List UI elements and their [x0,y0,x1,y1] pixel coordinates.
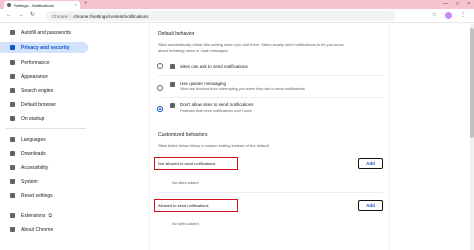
option-sites-can-ask-label: Sites can ask to send notifications [180,64,248,69]
default-behavior-title: Default behavior [158,31,195,37]
browser-tab[interactable]: Settings - Notifications × [4,1,80,9]
window-controls: — □ × [443,0,470,9]
notifications-settings-panel: Default behavior Sites automatically fol… [149,24,390,250]
toolbar-right: ☆ ⋮ [432,12,466,19]
radio-dont-allow[interactable] [157,106,163,112]
forward-icon[interactable]: → [18,12,24,19]
sidebar-item-label: Downloads [21,150,46,157]
default-behavior-desc-line2: about breaking news or chat messages [158,48,228,53]
default-behavior-description: Sites automatically follow this setting … [158,42,386,54]
customized-behaviors-title: Customized behaviors [158,132,208,138]
wrench-icon [10,179,15,184]
sidebar-item-autofill[interactable]: Autofill and passwords [0,27,88,38]
sidebar-item-system[interactable]: System [0,176,88,187]
sidebar-item-label: Privacy and security [21,44,70,51]
search-icon [10,88,15,93]
sidebar-item-label: On startup [21,115,45,122]
external-link-icon: ⧉ [48,212,53,219]
avatar[interactable] [445,12,452,19]
sidebar-item-label: Extensions [21,212,46,219]
bookmark-star-icon[interactable]: ☆ [432,12,437,19]
tab-close-icon[interactable]: × [75,2,77,7]
settings-favicon-icon [7,3,11,7]
close-window-icon[interactable]: × [467,0,470,9]
palette-icon [10,74,15,79]
not-allowed-section-label: Not allowed to send notifications [154,157,238,170]
power-icon [10,116,15,121]
settings-sidebar: Autofill and passwords Privacy and secur… [0,24,150,250]
divider [158,192,383,193]
not-allowed-empty-text: No sites added [172,180,199,185]
sidebar-item-label: Autofill and passwords [21,29,72,36]
scrollbar-thumb[interactable] [470,28,474,138]
sidebar-item-downloads[interactable]: Downloads [0,148,88,159]
reset-icon [10,193,15,198]
speedometer-icon [10,60,15,65]
browser-toolbar: ← → ↻ Chrome | chrome://settings/content… [0,9,474,23]
omnibox-separator: | [70,13,72,19]
sidebar-item-accessibility[interactable]: Accessibility [0,162,88,173]
divider [158,97,383,98]
globe-icon [10,137,15,142]
sidebar-item-performance[interactable]: Performance [0,57,88,68]
reload-icon[interactable]: ↻ [30,12,35,19]
new-tab-icon[interactable]: + [84,1,88,8]
menu-kebab-icon[interactable]: ⋮ [460,12,466,19]
bell-off-icon [170,103,175,108]
sidebar-item-reset-settings[interactable]: Reset settings [0,190,88,201]
customized-behaviors-description: Sites listed below follow a custom setti… [158,143,269,148]
radio-quieter-messaging[interactable] [157,85,163,91]
sidebar-item-appearance[interactable]: Appearance [0,71,88,82]
sidebar-item-extensions[interactable]: Extensions ⧉ [0,210,88,221]
puzzle-icon [10,213,15,218]
address-bar[interactable]: Chrome | chrome://settings/content/notif… [46,11,396,21]
allowed-empty-text: No sites added [172,221,199,226]
back-icon[interactable]: ← [6,12,12,19]
sidebar-item-label: Default browser [21,101,57,108]
accessibility-icon [10,165,15,170]
title-bar: Settings - Notifications × + — □ × [0,0,474,9]
chrome-icon [10,227,15,232]
minimize-icon[interactable]: — [443,0,448,9]
sidebar-divider [6,128,86,129]
sidebar-item-label: Accessibility [21,164,49,171]
sidebar-item-label: About Chrome [21,226,54,233]
omnibox-url: chrome://settings/content/notifications [73,13,149,19]
sidebar-item-default-browser[interactable]: Default browser [0,99,88,110]
maximize-icon[interactable]: □ [456,0,459,9]
sidebar-item-label: Appearance [21,73,48,80]
option-dont-allow-sub: Features that need notifications won't w… [180,109,252,113]
option-quieter-messaging-label: Use quieter messaging [180,81,227,86]
sidebar-item-search-engine[interactable]: Search engine [0,85,88,96]
sidebar-item-label: System [21,178,38,185]
allowed-section-label: Allowed to send notifications [154,199,238,212]
option-quieter-messaging-sub: Sites are blocked from interrupting you … [180,87,305,91]
sidebar-item-privacy[interactable]: Privacy and security [0,42,88,53]
bell-icon [170,64,175,69]
add-not-allowed-button[interactable]: Add [358,158,383,169]
browser-icon [10,102,15,107]
shield-icon [10,45,15,50]
option-dont-allow-label: Don't allow sites to send notifications [180,102,254,107]
sidebar-item-label: Reset settings [21,192,53,199]
sidebar-item-label: Search engine [21,87,54,94]
sidebar-item-about-chrome[interactable]: About Chrome [0,224,88,235]
divider [158,75,383,76]
omnibox-scheme: Chrome [52,13,69,19]
autofill-icon [10,30,15,35]
bell-quiet-icon [170,82,175,87]
sidebar-item-label: Languages [21,136,46,143]
page-scrollbar[interactable] [470,24,474,250]
add-allowed-button[interactable]: Add [358,200,383,211]
radio-sites-can-ask[interactable] [157,63,163,69]
download-icon [10,151,15,156]
sidebar-item-label: Performance [21,59,50,66]
sidebar-item-languages[interactable]: Languages [0,134,88,145]
tab-title: Settings - Notifications [14,2,54,8]
sidebar-item-on-startup[interactable]: On startup [0,113,88,124]
